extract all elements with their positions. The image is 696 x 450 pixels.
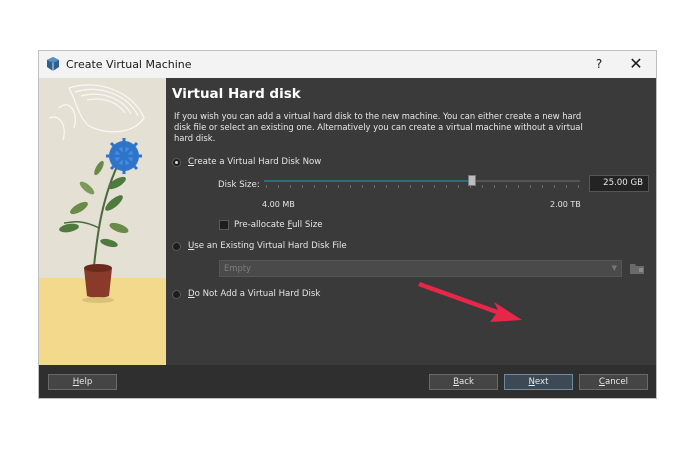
window-title: Create Virtual Machine (66, 58, 192, 71)
cancel-button[interactable]: Cancel (579, 374, 648, 390)
slider-max-label: 2.00 TB (550, 200, 581, 209)
create-disk-label[interactable]: Create a Virtual Hard Disk Now (188, 157, 321, 167)
plant-illustration (39, 78, 166, 365)
pointer-arrow-annotation (418, 282, 522, 322)
no-disk-label[interactable]: Do Not Add a Virtual Hard Disk (188, 289, 320, 299)
chevron-down-icon: ▼ (611, 264, 617, 272)
dialog-footer: Help Back Next Cancel (39, 365, 656, 398)
disk-size-input[interactable]: 25.00 GB (589, 175, 649, 192)
page-title: Virtual Hard disk (172, 86, 301, 102)
slider-min-label: 4.00 MB (262, 200, 295, 209)
create-disk-radio[interactable] (172, 158, 181, 167)
disk-size-label: Disk Size: (218, 180, 260, 190)
create-vm-dialog: Create Virtual Machine ? ✕ Virtual Hard … (38, 50, 657, 399)
preallocate-checkbox[interactable] (219, 220, 229, 230)
wizard-content: Virtual Hard disk If you wish you can ad… (166, 78, 656, 365)
virtualbox-icon (47, 57, 59, 71)
help-button[interactable]: Help (48, 374, 117, 390)
use-existing-label[interactable]: Use an Existing Virtual Hard Disk File (188, 241, 347, 251)
existing-disk-select[interactable]: Empty ▼ (219, 260, 622, 277)
slider-ticks (266, 185, 580, 188)
preallocate-label[interactable]: Pre-allocate Full Size (234, 220, 323, 230)
disk-size-slider-handle[interactable] (468, 175, 476, 186)
next-button[interactable]: Next (504, 374, 573, 390)
back-button[interactable]: Back (429, 374, 498, 390)
help-icon[interactable]: ? (589, 55, 609, 73)
use-existing-radio[interactable] (172, 242, 181, 251)
close-icon[interactable]: ✕ (625, 55, 647, 73)
disk-size-slider-track[interactable] (264, 180, 580, 182)
page-description: If you wish you can add a virtual hard d… (174, 111, 583, 143)
wizard-illustration (39, 78, 166, 365)
no-disk-radio[interactable] (172, 290, 181, 299)
folder-icon[interactable] (629, 261, 645, 276)
title-bar: Create Virtual Machine ? ✕ (39, 51, 656, 78)
